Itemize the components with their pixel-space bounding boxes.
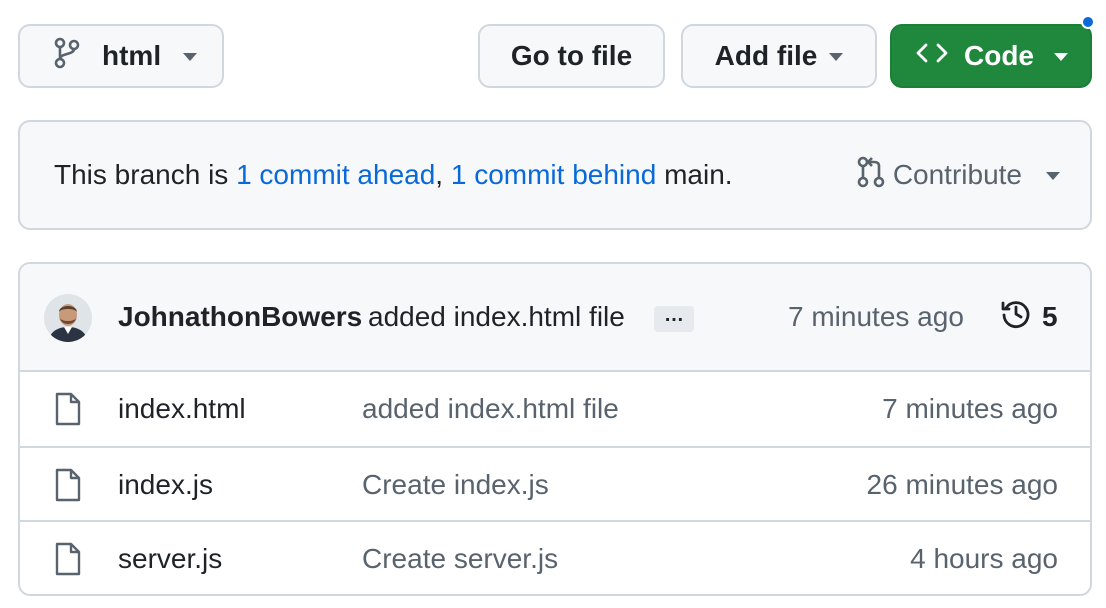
file-commit-time: 7 minutes ago xyxy=(882,393,1058,424)
code-icon xyxy=(916,40,948,72)
file-icon xyxy=(54,542,82,581)
git-pull-request-icon xyxy=(857,156,885,195)
commits-ahead-link[interactable]: 1 commit ahead xyxy=(236,159,435,191)
branch-name: html xyxy=(102,40,162,71)
branch-status-suffix: main. xyxy=(656,159,733,190)
add-file-label: Add file xyxy=(714,40,818,71)
file-name-link[interactable]: index.js xyxy=(118,448,213,522)
commits-behind-link[interactable]: 1 commit behind xyxy=(451,159,656,191)
expand-commit-button[interactable]: … xyxy=(654,305,694,332)
file-icon xyxy=(54,468,82,507)
chevron-down-icon xyxy=(1054,53,1068,61)
commit-time[interactable]: 7 minutes ago xyxy=(788,264,964,370)
go-to-file-button[interactable]: Go to file xyxy=(478,24,665,88)
commit-message-link[interactable]: added index.html file xyxy=(368,264,625,370)
latest-commit-bar: JohnathonBowers added index.html file … … xyxy=(20,264,1090,372)
branch-status-separator: , xyxy=(435,159,451,190)
commit-count: 5 xyxy=(1042,301,1058,332)
file-commit-message-link[interactable]: added index.html file xyxy=(362,372,619,446)
file-row[interactable]: index.js Create index.js 26 minutes ago xyxy=(20,446,1090,520)
file-name-link[interactable]: index.html xyxy=(118,372,246,446)
contribute-label: Contribute xyxy=(892,159,1022,190)
avatar[interactable] xyxy=(44,294,92,342)
commit-author-link[interactable]: JohnathonBowers xyxy=(118,264,362,370)
code-label: Code xyxy=(964,40,1034,71)
file-name-link[interactable]: server.js xyxy=(118,522,222,594)
go-to-file-label: Go to file xyxy=(510,40,633,71)
contribute-dropdown[interactable]: Contribute xyxy=(857,122,1060,228)
chevron-down-icon xyxy=(183,53,198,61)
history-icon xyxy=(1000,298,1032,337)
file-commit-time: 4 hours ago xyxy=(910,543,1058,574)
branch-selector-button[interactable]: html xyxy=(18,24,224,88)
commit-history-link[interactable]: 5 xyxy=(1000,264,1058,370)
add-file-button[interactable]: Add file xyxy=(681,24,877,88)
git-branch-icon xyxy=(54,37,80,76)
file-row[interactable]: server.js Create server.js 4 hours ago xyxy=(20,520,1090,594)
file-list: JohnathonBowers added index.html file … … xyxy=(18,262,1092,596)
branch-status-prefix: This branch is xyxy=(54,159,237,190)
file-commit-message-link[interactable]: Create index.js xyxy=(362,448,549,522)
file-icon xyxy=(54,392,82,431)
code-button[interactable]: Code xyxy=(890,24,1092,88)
notification-dot xyxy=(1081,15,1095,29)
branch-status-box: This branch is 1 commit ahead, 1 commit … xyxy=(18,120,1092,230)
chevron-down-icon xyxy=(829,53,844,61)
branch-status-text: This branch is 1 commit ahead, 1 commit … xyxy=(54,122,733,228)
file-commit-time: 26 minutes ago xyxy=(866,469,1058,500)
file-commit-message-link[interactable]: Create server.js xyxy=(362,522,558,594)
chevron-down-icon xyxy=(1046,172,1060,180)
file-row[interactable]: index.html added index.html file 7 minut… xyxy=(20,372,1090,446)
